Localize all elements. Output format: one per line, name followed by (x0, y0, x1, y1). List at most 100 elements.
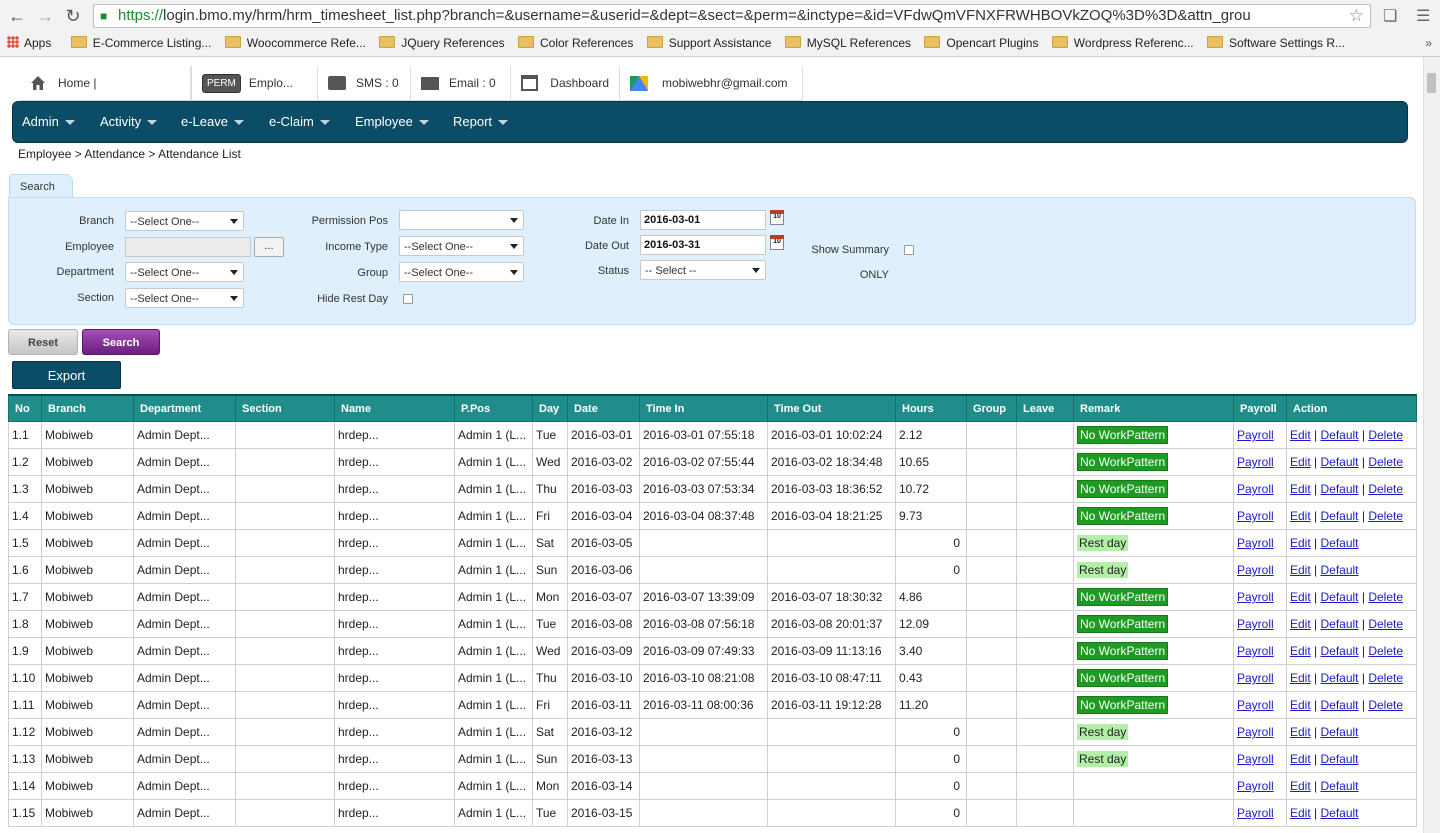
edit-link[interactable]: Edit (1290, 617, 1311, 631)
nav-dashboard[interactable]: Dashboard (511, 66, 620, 101)
delete-link[interactable]: Delete (1368, 509, 1403, 523)
payroll-link[interactable]: Payroll (1237, 590, 1274, 604)
table-row[interactable]: 1.8 Mobiweb Admin Dept... hrdep... Admin 1 (… (8, 610, 1417, 638)
nav-employee[interactable]: PERM Emplo... (191, 66, 318, 101)
reset-button[interactable]: Reset (8, 329, 78, 355)
branch-select[interactable]: --Select One-- (125, 211, 244, 231)
default-link[interactable]: Default (1320, 806, 1358, 820)
hide-rest-day-checkbox[interactable] (403, 294, 413, 304)
edit-link[interactable]: Edit (1290, 590, 1311, 604)
bookmark-folder[interactable]: Wordpress Referenc... (1051, 32, 1194, 54)
default-link[interactable]: Default (1320, 698, 1358, 712)
edit-link[interactable]: Edit (1290, 536, 1311, 550)
payroll-link[interactable]: Payroll (1237, 806, 1274, 820)
table-row[interactable]: 1.12 Mobiweb Admin Dept... hrdep... Admin 1 … (8, 718, 1417, 746)
edit-link[interactable]: Edit (1290, 482, 1311, 496)
menu-eleave[interactable]: e-Leave (181, 102, 244, 142)
payroll-link[interactable]: Payroll (1237, 536, 1274, 550)
table-row[interactable]: 1.10 Mobiweb Admin Dept... hrdep... Admin 1 … (8, 664, 1417, 692)
default-link[interactable]: Default (1320, 671, 1358, 685)
payroll-link[interactable]: Payroll (1237, 752, 1274, 766)
delete-link[interactable]: Delete (1368, 482, 1403, 496)
date-in-field[interactable]: 2016-03-01 (640, 210, 766, 230)
delete-link[interactable]: Delete (1368, 698, 1403, 712)
payroll-link[interactable]: Payroll (1237, 482, 1274, 496)
calendar-icon[interactable]: 10 (770, 235, 784, 250)
payroll-link[interactable]: Payroll (1237, 509, 1274, 523)
group-select[interactable]: --Select One-- (399, 262, 524, 282)
back-arrow-icon[interactable]: ← (6, 5, 28, 27)
edit-link[interactable]: Edit (1290, 806, 1311, 820)
default-link[interactable]: Default (1320, 644, 1358, 658)
edit-link[interactable]: Edit (1290, 563, 1311, 577)
search-button[interactable]: Search (82, 329, 160, 355)
department-select[interactable]: --Select One-- (125, 262, 244, 282)
payroll-link[interactable]: Payroll (1237, 644, 1274, 658)
scrollbar-thumb[interactable] (1427, 73, 1436, 93)
delete-link[interactable]: Delete (1368, 671, 1403, 685)
default-link[interactable]: Default (1320, 752, 1358, 766)
vertical-scrollbar[interactable] (1423, 57, 1440, 833)
menu-activity[interactable]: Activity (100, 102, 158, 142)
default-link[interactable]: Default (1320, 536, 1358, 550)
table-row[interactable]: 1.11 Mobiweb Admin Dept... hrdep... Admin 1 … (8, 691, 1417, 719)
default-link[interactable]: Default (1320, 509, 1358, 523)
edit-link[interactable]: Edit (1290, 428, 1311, 442)
show-summary-checkbox[interactable] (904, 245, 914, 255)
edit-link[interactable]: Edit (1290, 509, 1311, 523)
more-bookmarks-icon[interactable]: » (1425, 32, 1432, 54)
reload-icon[interactable]: ↻ (62, 5, 84, 27)
payroll-link[interactable]: Payroll (1237, 725, 1274, 739)
delete-link[interactable]: Delete (1368, 617, 1403, 631)
menu-hamburger-icon[interactable]: ☰ (1416, 6, 1430, 26)
table-row[interactable]: 1.4 Mobiweb Admin Dept... hrdep... Admin 1 (… (8, 502, 1417, 530)
delete-link[interactable]: Delete (1368, 590, 1403, 604)
bookmark-apps[interactable]: Apps (7, 32, 51, 54)
menu-report[interactable]: Report (453, 102, 509, 142)
address-bar[interactable]: ■ https://login.bmo.my/hrm/hrm_timesheet_… (93, 4, 1371, 28)
bookmark-folder[interactable]: Software Settings R... (1206, 32, 1345, 54)
section-select[interactable]: --Select One-- (125, 288, 244, 308)
bookmark-star-icon[interactable]: ☆ (1349, 5, 1364, 27)
edit-link[interactable]: Edit (1290, 752, 1311, 766)
bookmark-folder[interactable]: JQuery References (379, 32, 505, 54)
menu-employee[interactable]: Employee (355, 102, 429, 142)
employee-lookup-button[interactable]: ... (254, 237, 284, 257)
default-link[interactable]: Default (1320, 617, 1358, 631)
payroll-link[interactable]: Payroll (1237, 563, 1274, 577)
default-link[interactable]: Default (1320, 779, 1358, 793)
payroll-link[interactable]: Payroll (1237, 779, 1274, 793)
bookmark-folder[interactable]: Opencart Plugins (924, 32, 1038, 54)
forward-arrow-icon[interactable]: → (34, 5, 56, 27)
payroll-link[interactable]: Payroll (1237, 428, 1274, 442)
bookmark-folder[interactable]: E-Commerce Listing... (70, 32, 211, 54)
table-row[interactable]: 1.7 Mobiweb Admin Dept... hrdep... Admin 1 (… (8, 583, 1417, 611)
payroll-link[interactable]: Payroll (1237, 455, 1274, 469)
edit-link[interactable]: Edit (1290, 455, 1311, 469)
table-row[interactable]: 1.13 Mobiweb Admin Dept... hrdep... Admin 1 … (8, 745, 1417, 773)
payroll-link[interactable]: Payroll (1237, 617, 1274, 631)
nav-sms[interactable]: SMS : 0 (318, 66, 411, 101)
delete-link[interactable]: Delete (1368, 644, 1403, 658)
table-row[interactable]: 1.9 Mobiweb Admin Dept... hrdep... Admin 1 (… (8, 637, 1417, 665)
status-select[interactable]: -- Select -- (640, 260, 766, 280)
export-button[interactable]: Export (12, 361, 121, 389)
table-row[interactable]: 1.5 Mobiweb Admin Dept... hrdep... Admin 1 (… (8, 529, 1417, 557)
extension-icon[interactable]: ❏ (1383, 6, 1397, 26)
default-link[interactable]: Default (1320, 428, 1358, 442)
employee-field[interactable] (125, 237, 251, 257)
table-row[interactable]: 1.3 Mobiweb Admin Dept... hrdep... Admin 1 (… (8, 475, 1417, 503)
default-link[interactable]: Default (1320, 455, 1358, 469)
bookmark-folder[interactable]: Woocommerce Refe... (224, 32, 366, 54)
edit-link[interactable]: Edit (1290, 725, 1311, 739)
tab-search[interactable]: Search (9, 174, 73, 198)
delete-link[interactable]: Delete (1368, 428, 1403, 442)
edit-link[interactable]: Edit (1290, 779, 1311, 793)
edit-link[interactable]: Edit (1290, 698, 1311, 712)
table-row[interactable]: 1.6 Mobiweb Admin Dept... hrdep... Admin 1 (… (8, 556, 1417, 584)
edit-link[interactable]: Edit (1290, 644, 1311, 658)
calendar-icon[interactable]: 10 (770, 210, 784, 225)
date-out-field[interactable]: 2016-03-31 (640, 235, 766, 255)
table-row[interactable]: 1.15 Mobiweb Admin Dept... hrdep... Admin 1 … (8, 799, 1417, 827)
default-link[interactable]: Default (1320, 563, 1358, 577)
